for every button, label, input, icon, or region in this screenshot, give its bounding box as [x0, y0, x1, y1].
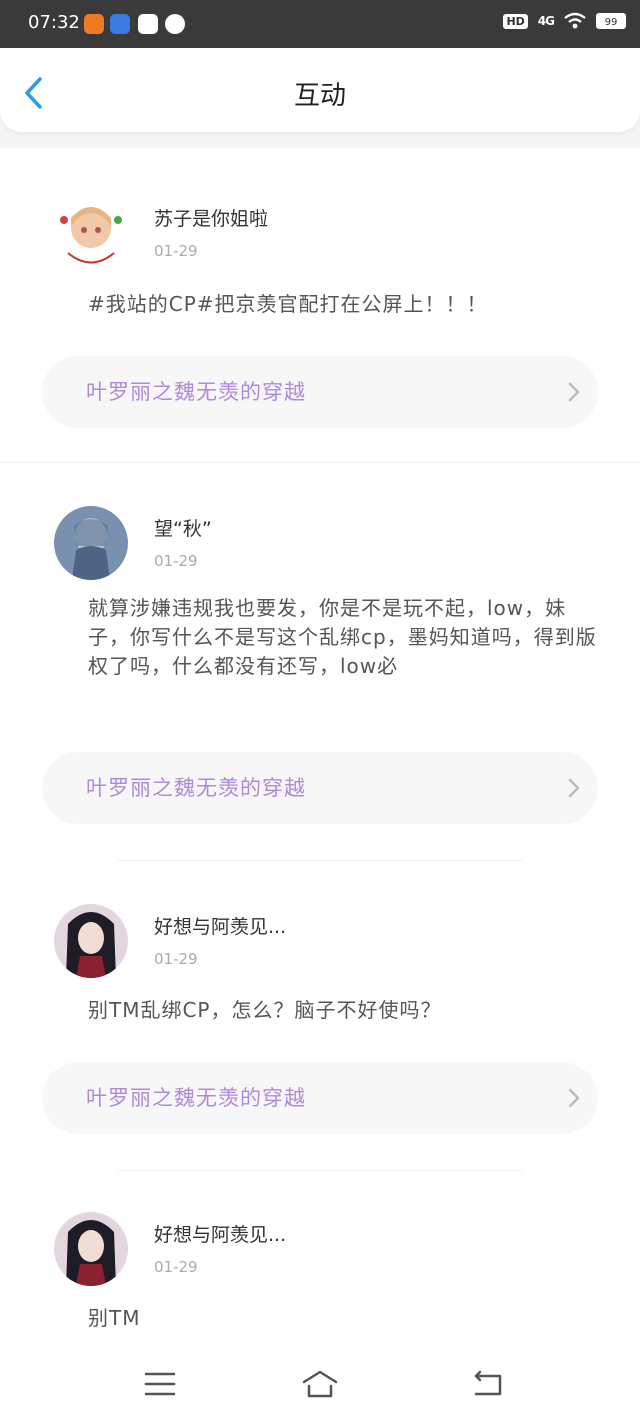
comment-text: 就算涉嫌违规我也要发，你是不是玩不起，low，妹子，你写什么不是写这个乱绑cp，… — [88, 596, 597, 678]
comment-text: #我站的CP#把京羡官配打在公屏上！！！ — [88, 292, 488, 316]
comment-item: 好想与阿羡见... 01-29 别TM — [0, 1170, 640, 1360]
anime-girl-avatar-icon — [54, 198, 128, 272]
baidu-notification-icon — [110, 14, 130, 34]
comment-date: 01-29 — [154, 552, 198, 570]
chevron-right-icon — [568, 1088, 580, 1108]
anime-character-avatar-icon — [54, 904, 128, 978]
novel-link-title: 叶罗丽之魏无羡的穿越 — [86, 380, 306, 404]
mail-notification-icon — [138, 14, 158, 34]
novel-link-card[interactable]: 叶罗丽之魏无羡的穿越 — [42, 356, 598, 428]
comment-item: 望“秋” 01-29 就算涉嫌违规我也要发，你是不是玩不起，low，妹子，你写什… — [0, 462, 640, 860]
avatar[interactable] — [54, 1212, 128, 1286]
chevron-right-icon — [568, 382, 580, 402]
comment-date: 01-29 — [154, 950, 198, 968]
app-notification-icon — [84, 14, 104, 34]
wifi-icon — [564, 12, 586, 29]
novel-link-title: 叶罗丽之魏无羡的穿越 — [86, 1086, 306, 1110]
username[interactable]: 望“秋” — [154, 514, 212, 541]
chevron-right-icon — [568, 778, 580, 798]
username[interactable]: 好想与阿羡见... — [154, 912, 286, 939]
novel-link-title: 叶罗丽之魏无羡的穿越 — [86, 776, 306, 800]
anime-boy-avatar-icon — [54, 506, 128, 580]
comment-item: 苏子是你姐啦 01-29 #我站的CP#把京羡官配打在公屏上！！！ 叶罗丽之魏无… — [0, 150, 640, 462]
novel-link-card[interactable]: 叶罗丽之魏无羡的穿越 — [42, 1062, 598, 1134]
comment-text: 别TM — [88, 1306, 141, 1330]
avatar[interactable] — [54, 506, 128, 580]
anime-character-avatar-icon — [54, 1212, 128, 1286]
header: 互动 — [0, 48, 640, 148]
comment-date: 01-29 — [154, 1258, 198, 1276]
battery-icon: 99 — [596, 13, 626, 29]
back-icon[interactable] — [468, 1368, 508, 1400]
hd-badge: HD — [503, 13, 528, 29]
gauge-notification-icon — [165, 14, 185, 34]
novel-link-card[interactable]: 叶罗丽之魏无羡的穿越 — [42, 752, 598, 824]
status-bar: 07:32 HD 4G 99 — [0, 0, 640, 48]
menu-icon[interactable] — [140, 1368, 180, 1400]
system-nav-bar — [0, 1346, 640, 1422]
comment-item: 好想与阿羡见... 01-29 别TM乱绑CP，怎么？脑子不好使吗？ 叶罗丽之魏… — [0, 860, 640, 1170]
header-card: 互动 — [0, 48, 640, 132]
status-indicators: HD 4G 99 — [503, 12, 626, 30]
status-time: 07:32 — [28, 12, 80, 33]
page-title: 互动 — [293, 81, 346, 111]
avatar[interactable] — [54, 198, 128, 272]
username[interactable]: 苏子是你姐啦 — [154, 204, 268, 231]
signal-icon: 4G — [537, 14, 555, 28]
comment-date: 01-29 — [154, 242, 198, 260]
home-icon[interactable] — [300, 1368, 340, 1400]
avatar[interactable] — [54, 904, 128, 978]
comment-text: 别TM乱绑CP，怎么？脑子不好使吗？ — [88, 998, 442, 1022]
username[interactable]: 好想与阿羡见... — [154, 1220, 286, 1247]
